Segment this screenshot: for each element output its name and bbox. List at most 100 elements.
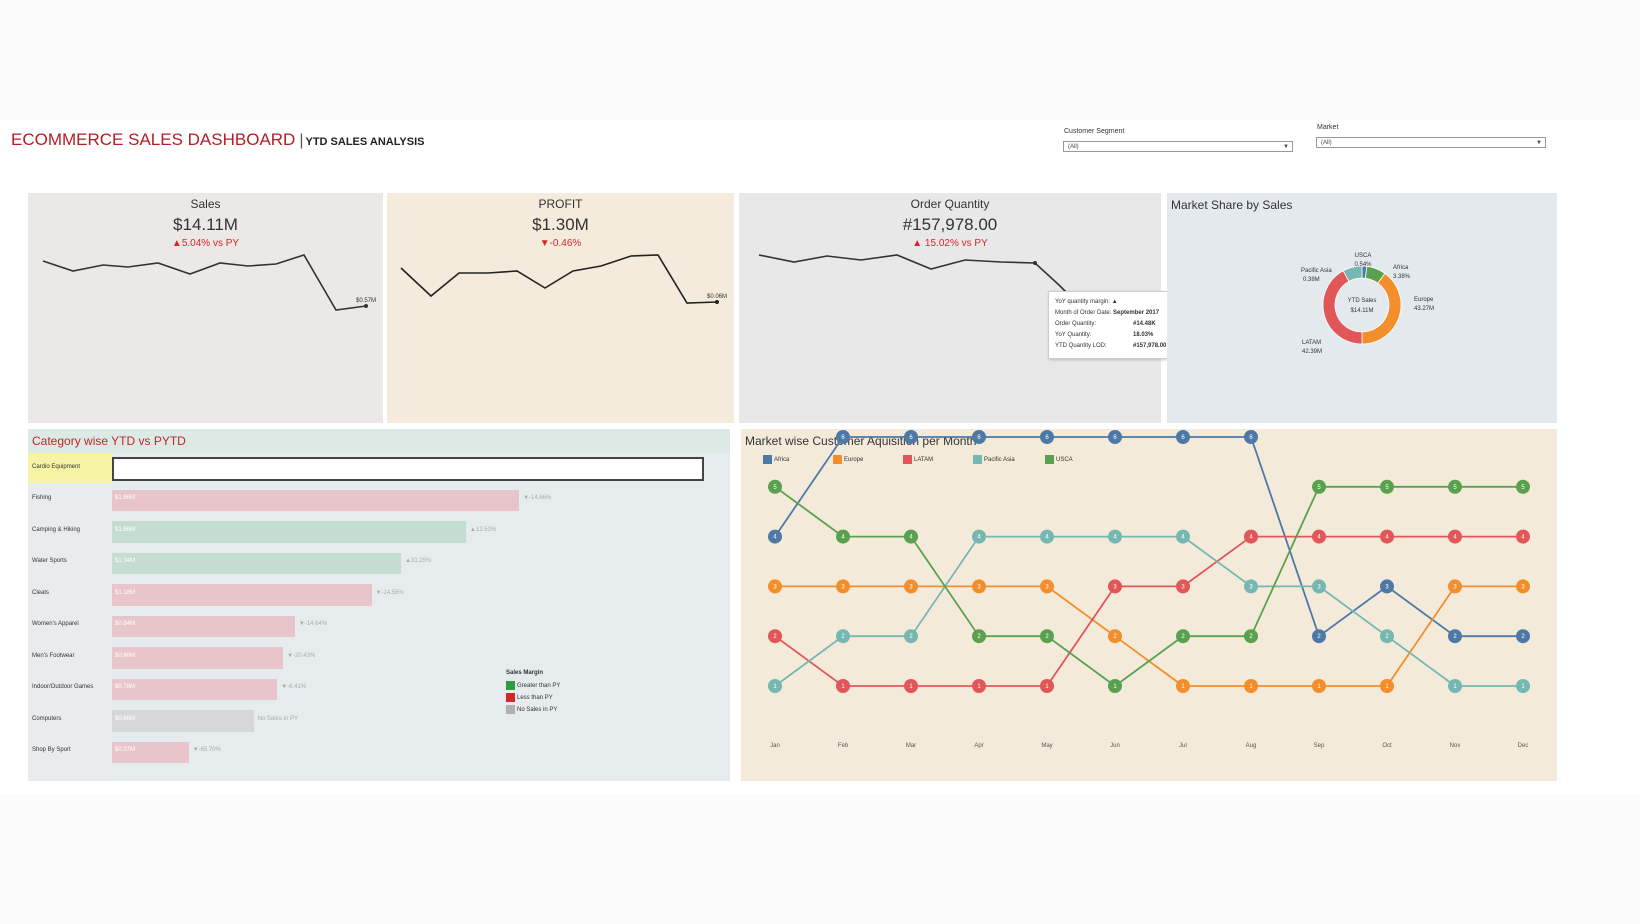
bar-delta-label: No Sales in PY [257, 715, 298, 722]
acquisition-bump-chart: 46 6 6 6 6 6 6232 23 3 3 3 321 1 1 13 321 1 1 13 34 4 4 4 412 24… [768, 430, 1530, 749]
category-row[interactable]: Men's Footwear $0.80M ▼-20.43% [28, 642, 730, 674]
bar-value-label: $0.66M [115, 715, 136, 722]
pacific-asia-value: 0.38M [1303, 277, 1320, 283]
dashboard-subtitle: YTD SALES ANALYSIS [305, 136, 425, 148]
usca-label: USCA [1355, 253, 1372, 259]
profit-kpi-card[interactable]: PROFIT $1.30M ▼-0.46% $0.06M [387, 193, 734, 423]
bar-value-label: $1.34M [115, 558, 136, 565]
category-label: Computers [32, 715, 62, 722]
month-tick-label: Jan [770, 743, 780, 749]
profit-sparkline: $0.06M [400, 254, 727, 304]
donut-center-label: YTD Sales [1348, 298, 1377, 304]
month-tick-label: Oct [1382, 743, 1392, 749]
category-row[interactable]: Water Sports $1.34M ▲31.25% [28, 548, 730, 580]
africa-value: 3.38% [1393, 274, 1411, 280]
bar-value-label: $0.78M [115, 684, 136, 691]
dashboard-title: ECOMMERCE SALES DASHBOARD [11, 130, 296, 149]
dashboard-header: ECOMMERCE SALES DASHBOARD | YTD SALES ANAL… [11, 130, 425, 150]
swatch-icon [506, 681, 515, 690]
market-dropdown[interactable]: (All) ▼ [1316, 137, 1546, 148]
bar-delta-label: ▼-14.56% [375, 589, 404, 596]
category-bar[interactable] [112, 678, 278, 700]
africa-label: Africa [1393, 265, 1409, 271]
tooltip-row: YoY quantity margin: ▲ [1055, 299, 1118, 305]
category-label: Shop By Sport [32, 747, 71, 754]
category-bar[interactable] [112, 584, 372, 606]
market-share-donut: YTD Sales $14.11M USCA 0.54% Africa 3.38… [1301, 253, 1434, 355]
bar-delta-label: ▼-65.70% [192, 747, 221, 754]
customer-segment-label: Customer Segment [1064, 128, 1125, 135]
bar-delta-label: ▲12.53% [470, 526, 497, 533]
category-label: Camping & Hiking [32, 526, 81, 533]
category-row[interactable]: Women's Apparel $0.84M ▼-14.64% [28, 611, 730, 643]
category-label: Cleats [32, 589, 50, 596]
profit-sparkline-end-label: $0.06M [707, 294, 727, 300]
category-row[interactable]: Computers $0.66M No Sales in PY [28, 705, 730, 737]
acquisition-panel[interactable]: Market wise Customer Aquisition per Mont… [741, 429, 1557, 781]
usca-value: 0.54% [1354, 262, 1372, 268]
bar-value-label: $0.37M [115, 747, 136, 754]
category-row[interactable]: Shop By Sport $0.37M ▼-65.70% [28, 737, 730, 769]
bar-delta-label: ▼-14.66% [523, 495, 552, 502]
sales-kpi-card[interactable]: Sales $14.11M ▲5.04% vs PY $0.57M [28, 193, 383, 423]
category-label: Fishing [32, 495, 52, 502]
sales-sparkline: $0.57M [42, 254, 376, 311]
category-label: Women's Apparel [32, 621, 79, 628]
chevron-down-icon: ▼ [1283, 144, 1289, 150]
customer-segment-dropdown[interactable]: (All) ▼ [1063, 141, 1293, 152]
category-panel[interactable]: Category wise YTD vs PYTD Cardio Equipme… [28, 429, 730, 781]
market-share-panel[interactable]: Market Share by Sales YTD Sales $14.11M … [1167, 193, 1557, 423]
category-row[interactable]: Camping & Hiking $1.66M ▲12.53% [28, 516, 730, 548]
legend-title: Sales Margin [506, 670, 544, 676]
category-bar[interactable] [112, 457, 704, 481]
legend-item-less: Less than PY [506, 693, 553, 702]
category-title: Category wise YTD vs PYTD [32, 434, 186, 448]
month-tick-label: Nov [1450, 743, 1461, 749]
chevron-down-icon: ▼ [1536, 140, 1542, 146]
category-bar[interactable] [112, 521, 466, 543]
bar-delta-label: ▲31.25% [405, 558, 432, 565]
bar-delta-label: ▼-20.43% [287, 652, 316, 659]
customer-segment-value: (All) [1068, 144, 1079, 150]
category-bar[interactable] [112, 647, 284, 669]
month-tick-label: Dec [1518, 743, 1529, 749]
category-rows: Cardio Equipment Fishing $1.86M ▼-14.66% Cam… [28, 453, 730, 781]
europe-label: Europe [1414, 297, 1434, 303]
donut-center-value: $14.11M [1351, 308, 1374, 314]
title-separator: | [299, 132, 304, 149]
series-line-pacific-asia [774, 535, 1523, 687]
bar-value-label: $0.84M [115, 621, 136, 628]
month-tick-label: Feb [838, 743, 849, 749]
month-tick-label: May [1041, 743, 1052, 749]
legend-item-nosales: No Sales in PY [506, 705, 557, 714]
swatch-icon [506, 705, 515, 714]
category-chart-area: Cardio Equipment Fishing $1.86M ▼-14.66% Cam… [28, 453, 730, 781]
category-bar[interactable] [112, 489, 520, 511]
category-bar[interactable] [112, 552, 402, 574]
europe-value: 43.27M [1414, 306, 1434, 312]
category-label: Indoor/Outdoor Games [32, 684, 94, 691]
month-tick-label: Apr [974, 743, 983, 749]
category-row[interactable]: Indoor/Outdoor Games $0.78M ▼-6.41% [28, 674, 730, 706]
month-tick-label: Aug [1246, 743, 1257, 749]
bar-value-label: $1.66M [115, 526, 136, 533]
category-bar[interactable] [112, 615, 295, 637]
latam-label: LATAM [1302, 340, 1321, 346]
month-tick-label: Sep [1314, 743, 1325, 749]
bar-value-label: $1.18M [115, 589, 136, 596]
month-tick-label: Mar [906, 743, 916, 749]
bar-value-label: $1.86M [115, 495, 136, 502]
category-row[interactable]: Cleats $1.18M ▼-14.56% [28, 579, 730, 611]
category-row[interactable]: Fishing $1.86M ▼-14.66% [28, 485, 730, 517]
tooltip-row: Month of Order Date: September 2017 [1055, 310, 1160, 316]
tooltip-row: YTD Quantity LOD: #157,978.00 [1055, 343, 1167, 349]
swatch-icon [506, 693, 515, 702]
tooltip-row: Order Quantity: #14.48K [1055, 321, 1156, 327]
month-tick-label: Jul [1179, 743, 1187, 749]
latam-value: 42.39M [1302, 349, 1322, 355]
category-row[interactable]: Cardio Equipment [28, 453, 730, 485]
bar-value-label: $0.80M [115, 652, 136, 659]
market-label: Market [1317, 124, 1339, 131]
category-label: Water Sports [32, 558, 67, 565]
series-line-latam [774, 535, 1523, 687]
